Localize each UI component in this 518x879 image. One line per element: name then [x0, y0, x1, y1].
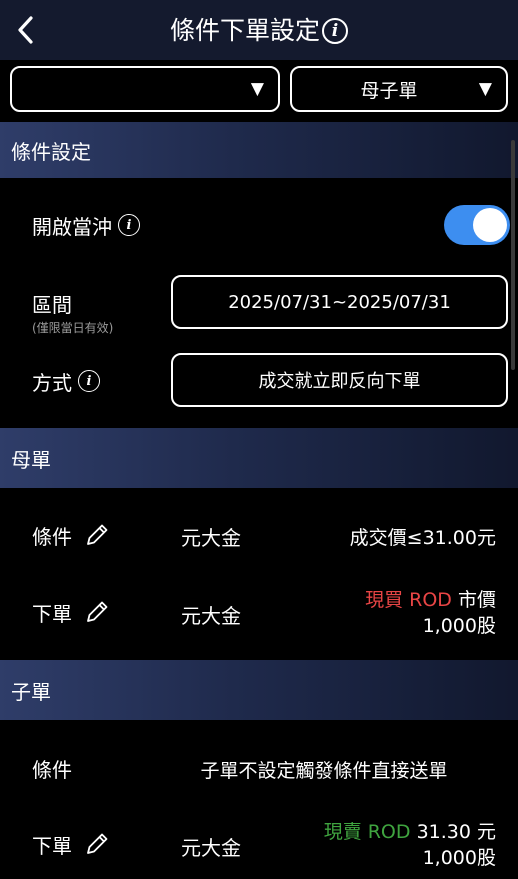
parent-order-price: 市價	[457, 589, 496, 611]
scrollbar[interactable]	[511, 140, 515, 370]
period-note: (僅限當日有效)	[32, 321, 114, 335]
parent-order-qty: 1,000股	[422, 615, 496, 637]
parent-condition-label: 條件	[32, 519, 110, 551]
child-order-price: 31.30 元	[416, 821, 496, 843]
order-type-select-value: 母子單	[360, 79, 418, 102]
method-label: 方式 i	[32, 365, 100, 397]
day-trade-toggle[interactable]	[444, 205, 510, 245]
child-order-type: 現賣 ROD	[323, 821, 411, 843]
info-icon[interactable]: i	[78, 370, 100, 392]
header-bar: 條件下單設定 i	[0, 0, 518, 60]
child-order-qty: 1,000股	[422, 847, 496, 869]
section-header-parent-order: 母單	[0, 428, 518, 488]
page-title: 條件下單設定 i	[0, 12, 518, 49]
toggle-knob	[473, 208, 507, 242]
pencil-icon[interactable]	[84, 599, 110, 625]
pencil-icon[interactable]	[84, 831, 110, 857]
parent-condition-stock: 元大金	[181, 526, 241, 550]
parent-order-type: 現買 ROD	[365, 589, 452, 611]
child-condition-value: 子單不設定觸發條件直接送單	[200, 760, 448, 782]
method-field[interactable]: 成交就立即反向下單	[171, 353, 508, 407]
order-type-select[interactable]: 母子單 ▼	[290, 66, 508, 112]
child-order-label: 下單	[32, 828, 110, 860]
parent-order-detail: 現買 ROD 市價 1,000股	[365, 587, 496, 639]
info-icon[interactable]: i	[118, 214, 140, 236]
dropdown-row: ▼ 母子單 ▼	[0, 60, 518, 122]
caret-down-icon: ▼	[250, 79, 264, 99]
caret-down-icon: ▼	[478, 79, 492, 99]
period-field[interactable]: 2025/07/31~2025/07/31	[171, 275, 508, 329]
child-order-stock: 元大金	[181, 836, 241, 860]
stock-select[interactable]: ▼	[10, 66, 280, 112]
parent-order-stock: 元大金	[181, 604, 241, 628]
child-condition-label: 條件	[32, 757, 72, 782]
child-order-detail: 現賣 ROD 31.30 元 1,000股	[324, 819, 496, 871]
parent-order-label: 下單	[32, 596, 110, 628]
parent-condition-value: 成交價≤31.00元	[349, 527, 496, 549]
section-header-child-order: 子單	[0, 660, 518, 720]
pencil-icon[interactable]	[84, 522, 110, 548]
day-trade-label: 開啟當沖 i	[32, 208, 140, 242]
period-label: 區間	[32, 292, 72, 317]
section-header-condition-settings: 條件設定	[0, 122, 518, 178]
info-icon[interactable]: i	[322, 18, 348, 44]
